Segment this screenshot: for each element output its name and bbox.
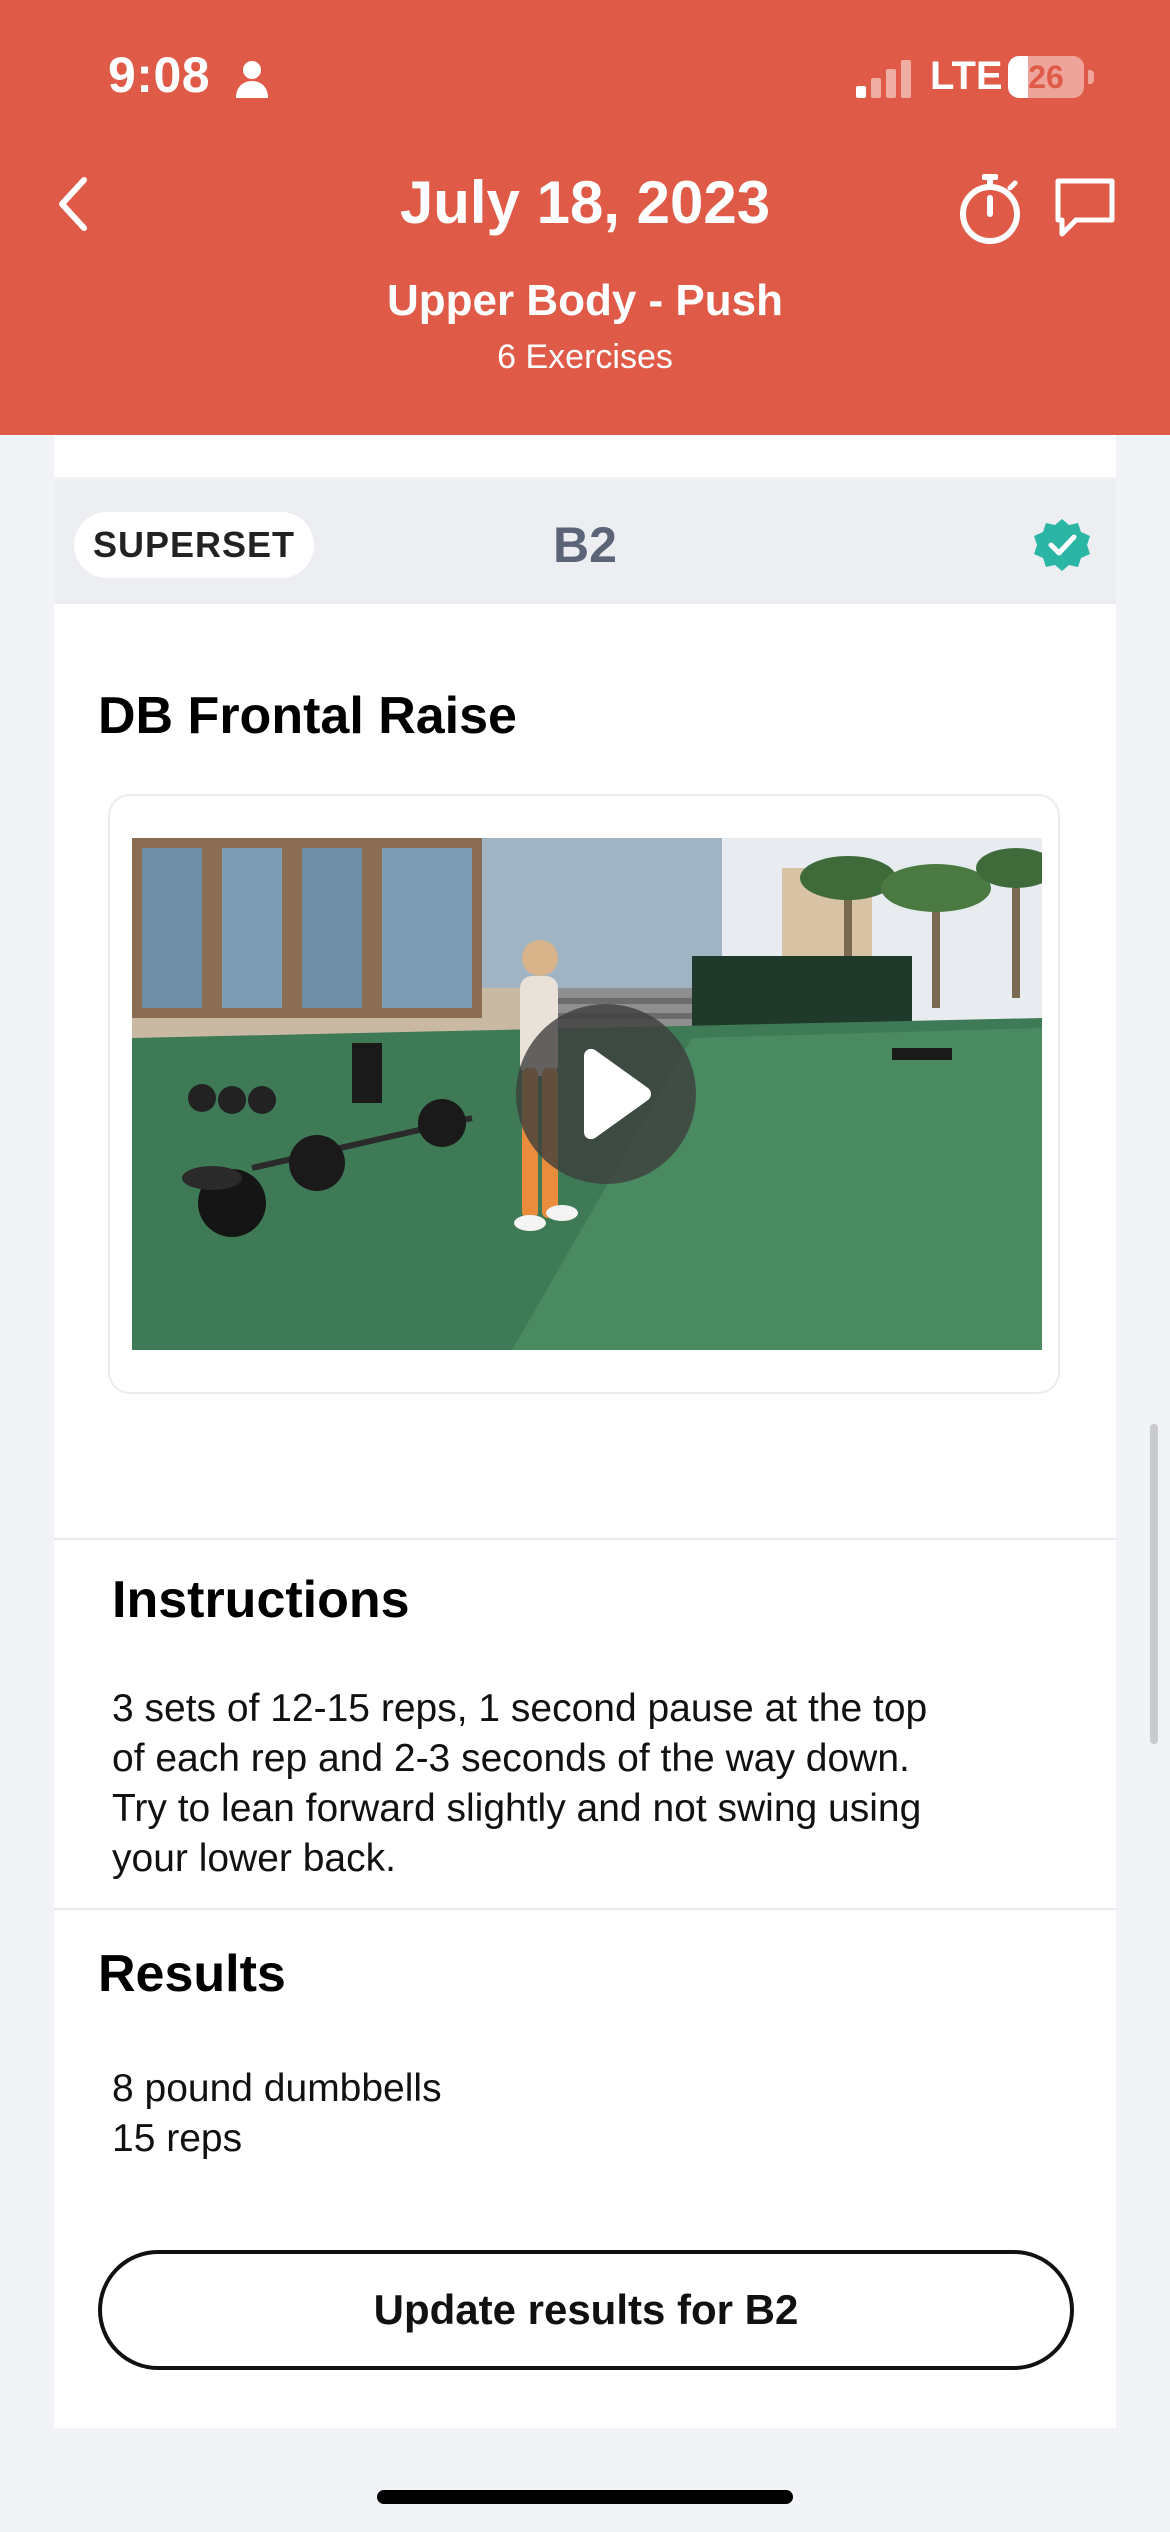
battery-icon: 26 xyxy=(1008,56,1094,98)
results-heading: Results xyxy=(98,1945,286,2003)
update-results-button[interactable]: Update results for B2 xyxy=(98,2250,1074,2370)
home-indicator[interactable] xyxy=(377,2490,793,2504)
instructions-line: 3 sets of 12-15 reps, 1 second pause at … xyxy=(112,1687,928,1730)
home-indicator-area xyxy=(0,2428,1170,2532)
video-container xyxy=(108,794,1060,1394)
cellular-signal-icon xyxy=(856,60,911,98)
chat-icon[interactable] xyxy=(1052,176,1118,240)
superset-code: B2 xyxy=(553,517,617,573)
results-line: 8 pound dumbbells xyxy=(112,2067,442,2110)
instructions-line: your lower back. xyxy=(112,1837,396,1880)
workout-name: Upper Body - Push xyxy=(386,276,784,325)
stopwatch-icon[interactable] xyxy=(956,172,1024,246)
superset-bar: SUPERSET B2 xyxy=(54,480,1116,604)
status-bar: 9:08 LTE 26 xyxy=(0,0,1170,150)
instructions-line: of each rep and 2-3 seconds of the way d… xyxy=(112,1737,910,1780)
exercise-video-thumbnail[interactable] xyxy=(132,838,1042,1350)
section-divider xyxy=(54,1538,1116,1540)
play-icon xyxy=(584,1048,651,1140)
results-body: 8 pound dumbbells 15 reps xyxy=(112,2064,442,2164)
scrollbar[interactable] xyxy=(1150,1424,1158,1744)
results-line: 15 reps xyxy=(112,2117,243,2160)
exercise-count: 6 Exercises xyxy=(497,338,673,376)
person-icon xyxy=(236,61,268,98)
previous-card-edge xyxy=(54,435,1116,477)
instructions-heading: Instructions xyxy=(112,1571,410,1629)
workout-header: 9:08 LTE 26 July 18, 2023 Upper Body - P… xyxy=(0,0,1170,435)
completed-check-icon xyxy=(1034,519,1090,571)
instructions-body: 3 sets of 12-15 reps, 1 second pause at … xyxy=(112,1684,1072,1884)
exercise-title: DB Frontal Raise xyxy=(98,687,517,745)
network-type: LTE xyxy=(930,54,1003,98)
play-button[interactable] xyxy=(516,1004,696,1184)
battery-level: 26 xyxy=(1028,59,1064,95)
instructions-line: Try to lean forward slightly and not swi… xyxy=(112,1787,922,1830)
exercise-card: DB Frontal Raise Instructions 3 sets of … xyxy=(54,604,1116,2428)
status-time: 9:08 xyxy=(108,47,211,103)
section-divider xyxy=(54,1908,1116,1910)
